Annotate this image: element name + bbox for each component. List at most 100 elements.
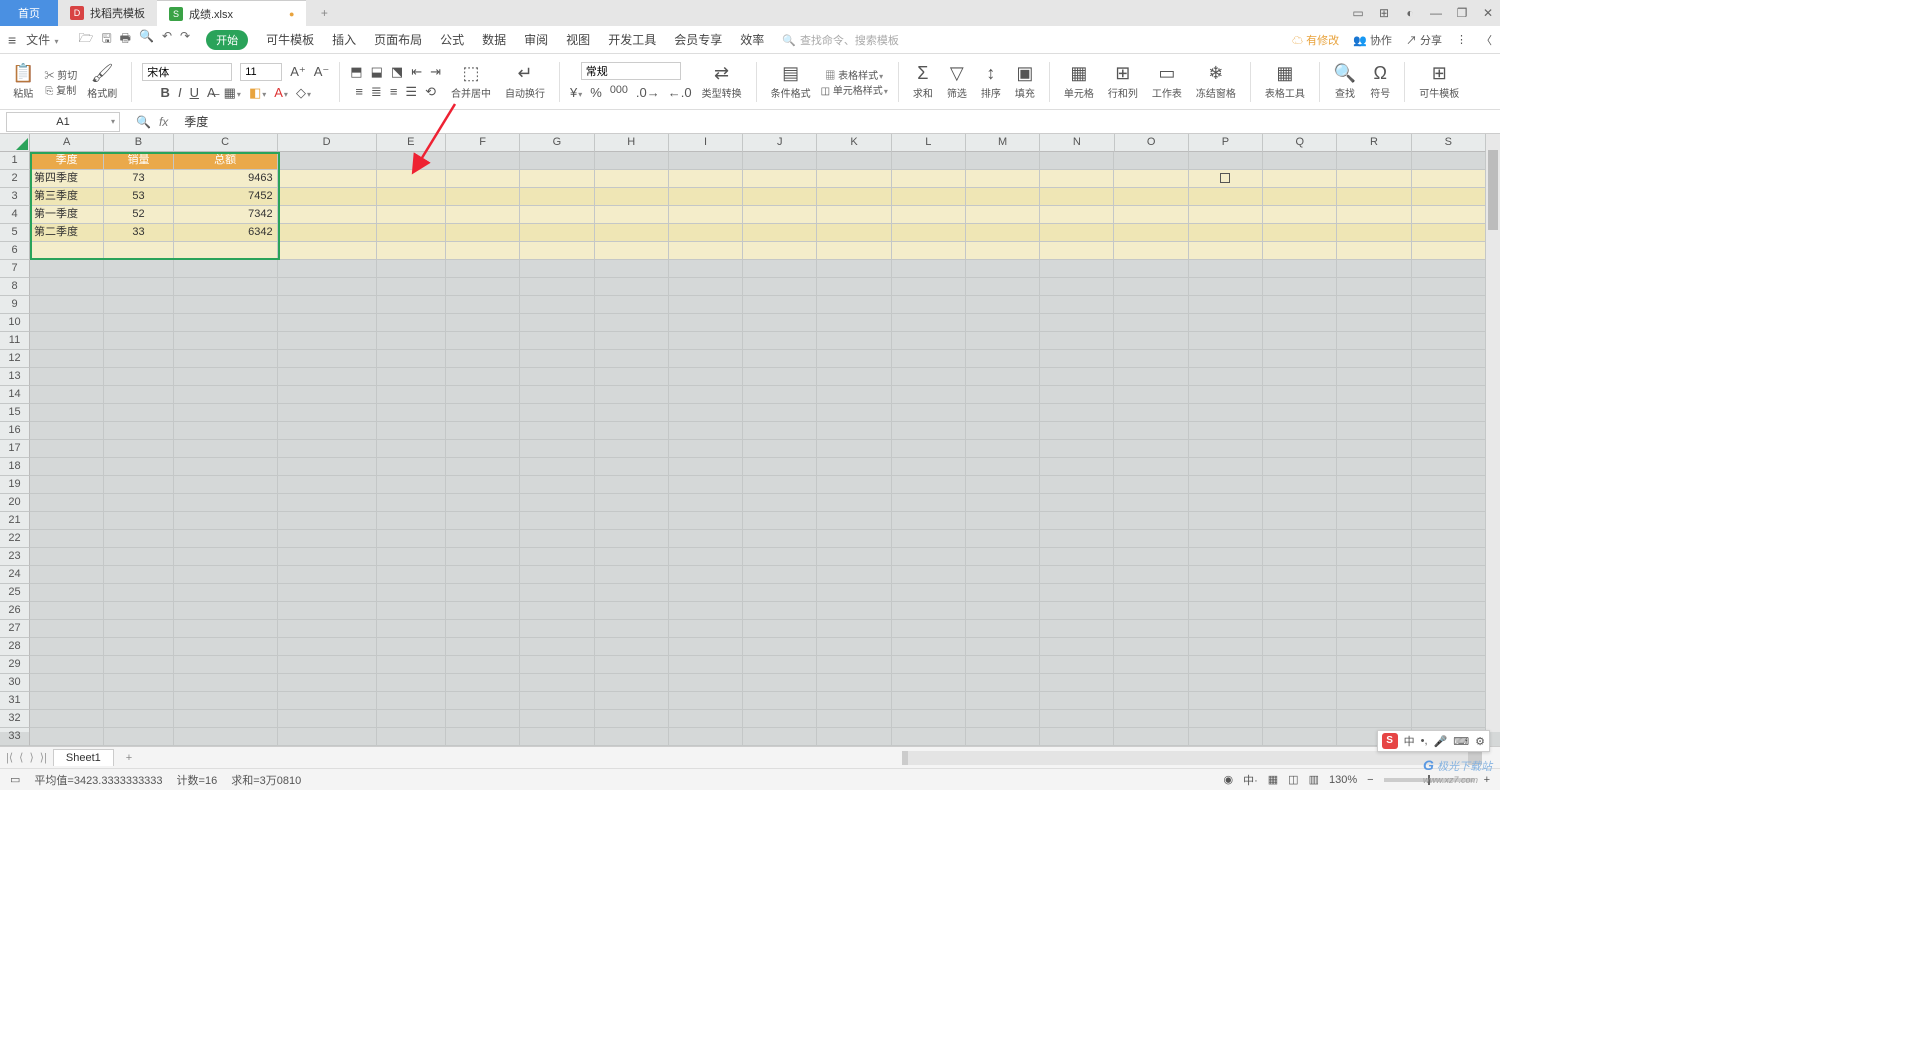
cell[interactable] (104, 296, 173, 314)
cell[interactable] (278, 404, 377, 422)
cell[interactable] (278, 638, 377, 656)
cell[interactable] (743, 584, 817, 602)
cell[interactable] (30, 314, 104, 332)
cell[interactable] (1263, 512, 1337, 530)
dec-decimal-icon[interactable]: ←.0 (668, 85, 692, 100)
cell[interactable] (1114, 494, 1188, 512)
row-header-23[interactable]: 23 (0, 548, 30, 566)
cell[interactable] (817, 152, 891, 170)
cell[interactable] (377, 530, 446, 548)
cell[interactable] (377, 710, 446, 728)
cell[interactable] (446, 566, 520, 584)
cell[interactable] (1189, 440, 1263, 458)
cell[interactable] (1337, 242, 1411, 260)
zoom-out-icon[interactable]: − (1367, 774, 1373, 786)
cell[interactable] (966, 368, 1040, 386)
cell[interactable] (1263, 656, 1337, 674)
view-page-icon[interactable]: ◫ (1288, 773, 1298, 786)
command-search[interactable]: 查找命令、搜索模板 (782, 32, 899, 48)
cell[interactable] (377, 620, 446, 638)
minimize-button[interactable]: — (1428, 6, 1444, 20)
cell[interactable] (520, 494, 594, 512)
row-header-9[interactable]: 9 (0, 296, 30, 314)
cell[interactable] (174, 728, 278, 746)
cell[interactable] (1337, 404, 1411, 422)
cell[interactable] (966, 152, 1040, 170)
cell[interactable] (892, 188, 966, 206)
cell[interactable] (743, 314, 817, 332)
cell[interactable] (595, 494, 669, 512)
cell[interactable] (1114, 296, 1188, 314)
cell[interactable] (1114, 566, 1188, 584)
cell[interactable] (520, 278, 594, 296)
cell[interactable] (30, 458, 104, 476)
cell[interactable] (520, 350, 594, 368)
cell[interactable] (278, 584, 377, 602)
cell[interactable] (278, 332, 377, 350)
cell[interactable] (1189, 386, 1263, 404)
cell[interactable] (30, 656, 104, 674)
cell[interactable] (817, 674, 891, 692)
cell[interactable] (817, 422, 891, 440)
ribbon-tab-eff[interactable]: 效率 (740, 31, 764, 48)
cell[interactable] (520, 548, 594, 566)
cell[interactable] (1114, 314, 1188, 332)
cell[interactable] (595, 296, 669, 314)
cell[interactable] (595, 548, 669, 566)
col-header-C[interactable]: C (174, 134, 278, 152)
cell[interactable] (1263, 530, 1337, 548)
cell[interactable] (966, 566, 1040, 584)
cell[interactable] (104, 440, 173, 458)
cell[interactable] (595, 710, 669, 728)
cell[interactable] (1040, 548, 1114, 566)
phonetic-icon[interactable]: ◇▾ (296, 85, 311, 101)
ime-lang[interactable]: 中 (1404, 733, 1415, 749)
cell[interactable] (377, 152, 446, 170)
cell[interactable] (1337, 710, 1411, 728)
cell[interactable] (1040, 728, 1114, 746)
cell[interactable] (174, 440, 278, 458)
cell[interactable] (1337, 512, 1411, 530)
cell[interactable] (743, 224, 817, 242)
cell[interactable] (1040, 296, 1114, 314)
cell[interactable] (1412, 530, 1486, 548)
cell[interactable] (595, 242, 669, 260)
cell[interactable] (1189, 710, 1263, 728)
cell[interactable] (1412, 692, 1486, 710)
tab-home[interactable]: 首页 (0, 0, 58, 26)
cell[interactable] (30, 242, 104, 260)
col-header-Q[interactable]: Q (1263, 134, 1337, 152)
cell[interactable] (1114, 170, 1188, 188)
cell[interactable] (1040, 584, 1114, 602)
cell[interactable] (520, 242, 594, 260)
cell[interactable] (520, 602, 594, 620)
cell[interactable] (1114, 242, 1188, 260)
cell[interactable] (1114, 152, 1188, 170)
align-justify-icon[interactable]: ☰ (405, 84, 417, 100)
print-icon[interactable]: 🖶 (120, 29, 131, 50)
cell[interactable] (595, 458, 669, 476)
cell[interactable] (520, 656, 594, 674)
cell[interactable] (104, 692, 173, 710)
cell[interactable] (30, 368, 104, 386)
cell[interactable]: 53 (104, 188, 173, 206)
row-headers[interactable]: 1234567891011121314151617181920212223242… (0, 152, 30, 732)
cell[interactable] (1114, 440, 1188, 458)
filter-button[interactable]: ▽筛选 (943, 63, 971, 100)
cell[interactable] (595, 512, 669, 530)
align-middle-icon[interactable]: ⬓ (371, 64, 383, 80)
cell[interactable] (520, 386, 594, 404)
cell[interactable] (520, 152, 594, 170)
cell[interactable] (743, 440, 817, 458)
cell[interactable] (1263, 584, 1337, 602)
cell[interactable] (520, 224, 594, 242)
cell[interactable] (278, 314, 377, 332)
cell[interactable] (817, 692, 891, 710)
cell[interactable] (520, 530, 594, 548)
cell[interactable] (520, 566, 594, 584)
row-header-19[interactable]: 19 (0, 476, 30, 494)
cell[interactable] (30, 422, 104, 440)
cell[interactable] (595, 566, 669, 584)
cell[interactable] (966, 188, 1040, 206)
cell[interactable] (174, 512, 278, 530)
